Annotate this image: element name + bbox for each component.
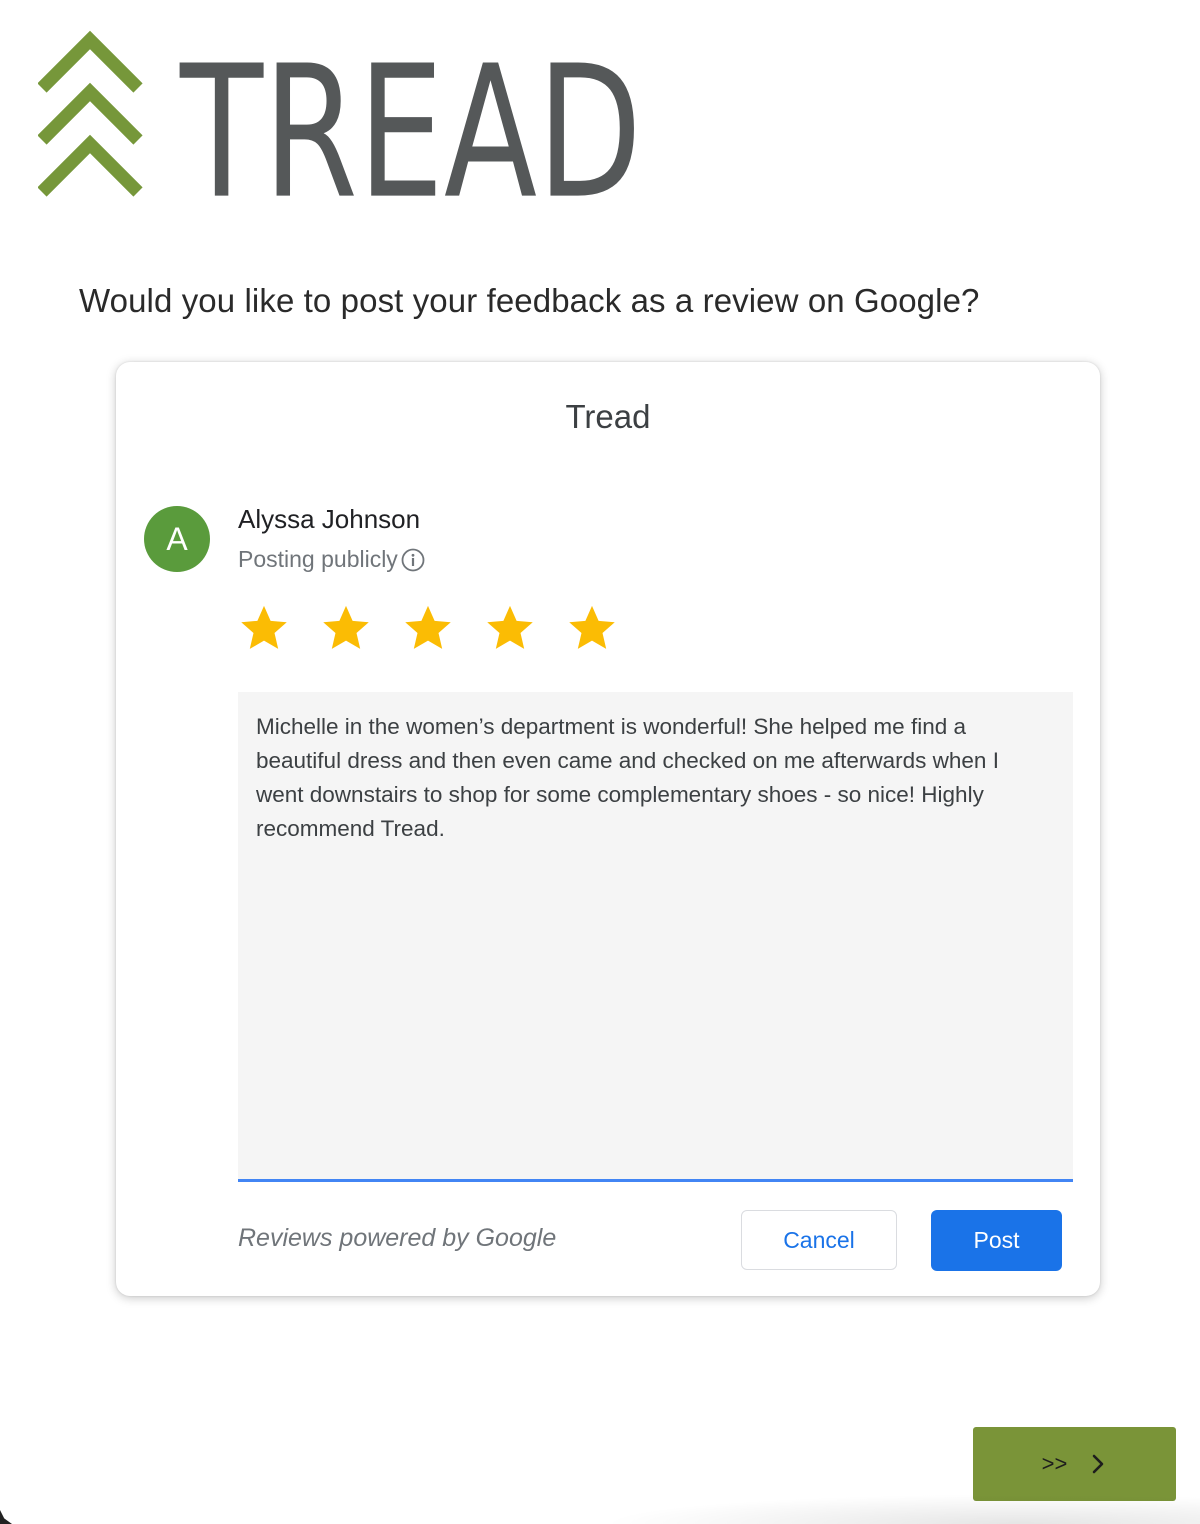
logo-wordmark: TREAD bbox=[179, 28, 642, 204]
business-name-title: Tread bbox=[565, 398, 651, 435]
star-icon[interactable] bbox=[484, 602, 536, 654]
powered-by-google-note: Reviews powered by Google bbox=[238, 1224, 557, 1252]
next-page-button[interactable]: >> bbox=[973, 1427, 1176, 1501]
star-icon[interactable] bbox=[238, 602, 290, 654]
tread-logo: TREAD bbox=[38, 28, 658, 204]
review-prompt-question: Would you like to post your feedback as … bbox=[79, 282, 980, 319]
bottom-shadow bbox=[600, 1494, 1200, 1524]
avatar: A bbox=[144, 506, 210, 572]
star-icon[interactable] bbox=[320, 602, 372, 654]
posting-status: Posting publicly bbox=[238, 546, 425, 573]
triple-chevron-up-icon bbox=[38, 30, 143, 197]
info-circle-icon[interactable] bbox=[401, 548, 425, 572]
post-button[interactable]: Post bbox=[931, 1210, 1062, 1271]
star-rating[interactable] bbox=[238, 602, 618, 654]
user-name: Alyssa Johnson bbox=[238, 504, 421, 534]
corner-mark bbox=[0, 1510, 12, 1524]
next-button-label: >> bbox=[1041, 1451, 1068, 1476]
star-icon[interactable] bbox=[566, 602, 618, 654]
review-textarea[interactable]: Michelle in the women’s department is wo… bbox=[238, 692, 1073, 1182]
star-icon[interactable] bbox=[402, 602, 454, 654]
posting-status-label: Posting publicly bbox=[238, 546, 398, 572]
avatar-letter: A bbox=[166, 520, 188, 557]
review-text: Michelle in the women’s department is wo… bbox=[256, 714, 999, 841]
cancel-button[interactable]: Cancel bbox=[741, 1210, 897, 1270]
survey-page: TREAD Would you like to post your feedba… bbox=[0, 0, 1200, 1524]
google-review-dialog: Tread A Alyssa Johnson Posting publicly … bbox=[116, 362, 1100, 1296]
chevron-right-icon bbox=[1093, 1454, 1104, 1474]
